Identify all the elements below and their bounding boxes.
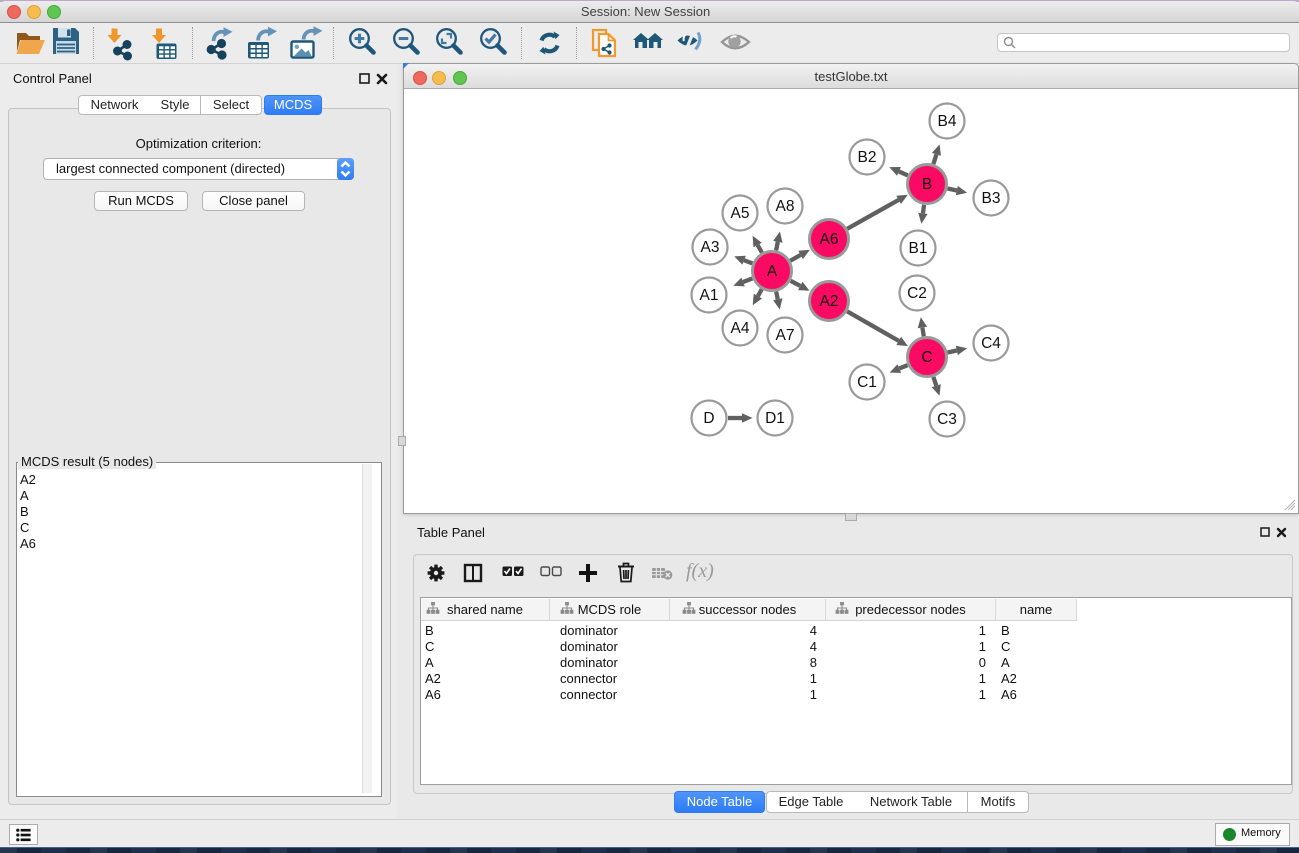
svg-text:A7: A7	[776, 327, 795, 344]
svg-text:C: C	[921, 349, 932, 366]
svg-text:B1: B1	[909, 240, 928, 257]
svg-text:A: A	[767, 263, 778, 280]
svg-text:A8: A8	[776, 198, 795, 215]
svg-text:A6: A6	[820, 231, 839, 248]
svg-text:B3: B3	[982, 190, 1001, 207]
svg-text:B2: B2	[858, 149, 877, 166]
svg-text:A2: A2	[820, 293, 839, 310]
svg-text:A1: A1	[700, 287, 719, 304]
svg-text:A5: A5	[731, 205, 750, 222]
svg-text:C3: C3	[937, 411, 957, 428]
svg-text:C2: C2	[907, 285, 927, 302]
svg-text:C1: C1	[857, 374, 877, 391]
svg-text:B4: B4	[938, 113, 957, 130]
svg-text:C4: C4	[981, 335, 1001, 352]
svg-text:A3: A3	[701, 239, 720, 256]
svg-text:A4: A4	[731, 320, 750, 337]
svg-text:B: B	[922, 176, 932, 193]
svg-text:D1: D1	[765, 410, 785, 427]
svg-text:D: D	[703, 410, 714, 427]
